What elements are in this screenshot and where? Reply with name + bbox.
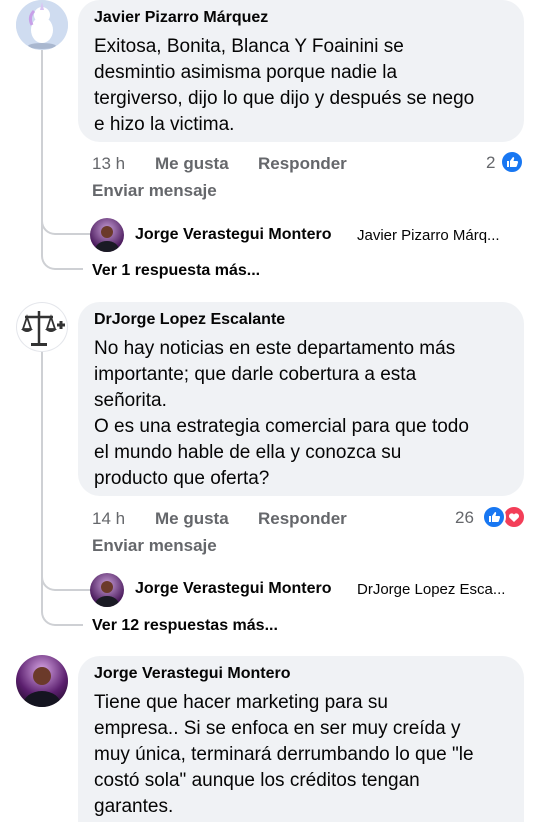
avatar[interactable] [90, 218, 124, 252]
comment-line: muy única, terminará derrumbando lo que … [94, 744, 474, 765]
like-reaction-icon [500, 150, 524, 174]
comment-line: señorita. [94, 390, 167, 411]
like-button[interactable]: Me gusta [155, 509, 229, 529]
avatar[interactable] [16, 0, 68, 50]
person-avatar-icon [95, 581, 119, 607]
comment-line: importante; que darle cobertura a esta [94, 364, 417, 385]
comment-line: desmintio asimisma porque nadie la [94, 62, 398, 83]
comment-author[interactable]: DrJorge Lopez Escalante [94, 311, 285, 329]
unicorn-avatar-icon [16, 0, 68, 50]
view-more-replies[interactable]: Ver 12 respuestas más... [92, 617, 278, 635]
send-message-button[interactable]: Enviar mensaje [92, 181, 217, 201]
like-button[interactable]: Me gusta [155, 154, 229, 174]
reaction-count[interactable]: 26 [455, 508, 474, 528]
comment-text: Tiene que hacer marketing para su empres… [94, 690, 474, 820]
comment-line: producto que oferta? [94, 468, 270, 489]
reply-button[interactable]: Responder [258, 509, 347, 529]
comment-line: garantes. [94, 796, 174, 817]
comment-text: Exitosa, Bonita, Blanca Y Foainini se de… [94, 34, 474, 138]
comment-line: empresa.. Si se enfoca en ser muy creída… [94, 718, 461, 739]
reply-snippet[interactable]: DrJorge Lopez Esca... [357, 581, 505, 598]
comment-line: O es una estrategia comercial para que t… [94, 416, 469, 437]
scales-of-justice-icon [21, 311, 65, 346]
reaction-count[interactable]: 2 [486, 153, 495, 173]
reply-button[interactable]: Responder [258, 154, 347, 174]
comment-author[interactable]: Jorge Verastegui Montero [94, 665, 291, 683]
reply-author[interactable]: Jorge Verastegui Montero [135, 226, 332, 244]
person-avatar-icon [23, 667, 61, 707]
comment-line: Exitosa, Bonita, Blanca Y Foainini se [94, 36, 404, 57]
reply-author[interactable]: Jorge Verastegui Montero [135, 580, 332, 598]
avatar[interactable] [16, 302, 68, 352]
comment-bubble: Javier Pizarro Márquez Exitosa, Bonita, … [78, 0, 524, 142]
comment-line: costó sola" aunque los créditos tengan [94, 770, 420, 791]
avatar[interactable] [90, 573, 124, 607]
view-more-replies[interactable]: Ver 1 respuesta más... [92, 262, 260, 280]
comment-line: tergiverso, dijo lo que dijo y después s… [94, 88, 475, 109]
avatar[interactable] [16, 655, 68, 707]
comment-time[interactable]: 14 h [92, 509, 125, 529]
comment-line: Tiene que hacer marketing para su [94, 692, 388, 713]
comment-author[interactable]: Javier Pizarro Márquez [94, 9, 268, 27]
reply-snippet[interactable]: Javier Pizarro Márq... [357, 227, 500, 244]
comment-line: No hay noticias en este departamento más [94, 338, 456, 359]
person-avatar-icon [95, 226, 119, 252]
comment-text: No hay noticias en este departamento más… [94, 336, 469, 492]
comment-bubble: Jorge Verastegui Montero Tiene que hacer… [78, 656, 524, 822]
comment-line: e hizo la victima. [94, 114, 235, 135]
comment-time[interactable]: 13 h [92, 154, 125, 174]
like-reaction-icon [482, 505, 506, 529]
thread-curve [41, 230, 83, 270]
send-message-button[interactable]: Enviar mensaje [92, 536, 217, 556]
comment-bubble: DrJorge Lopez Escalante No hay noticias … [78, 302, 524, 496]
thread-curve [41, 586, 83, 626]
comment-line: el mundo hable de ella y conozca su [94, 442, 402, 463]
